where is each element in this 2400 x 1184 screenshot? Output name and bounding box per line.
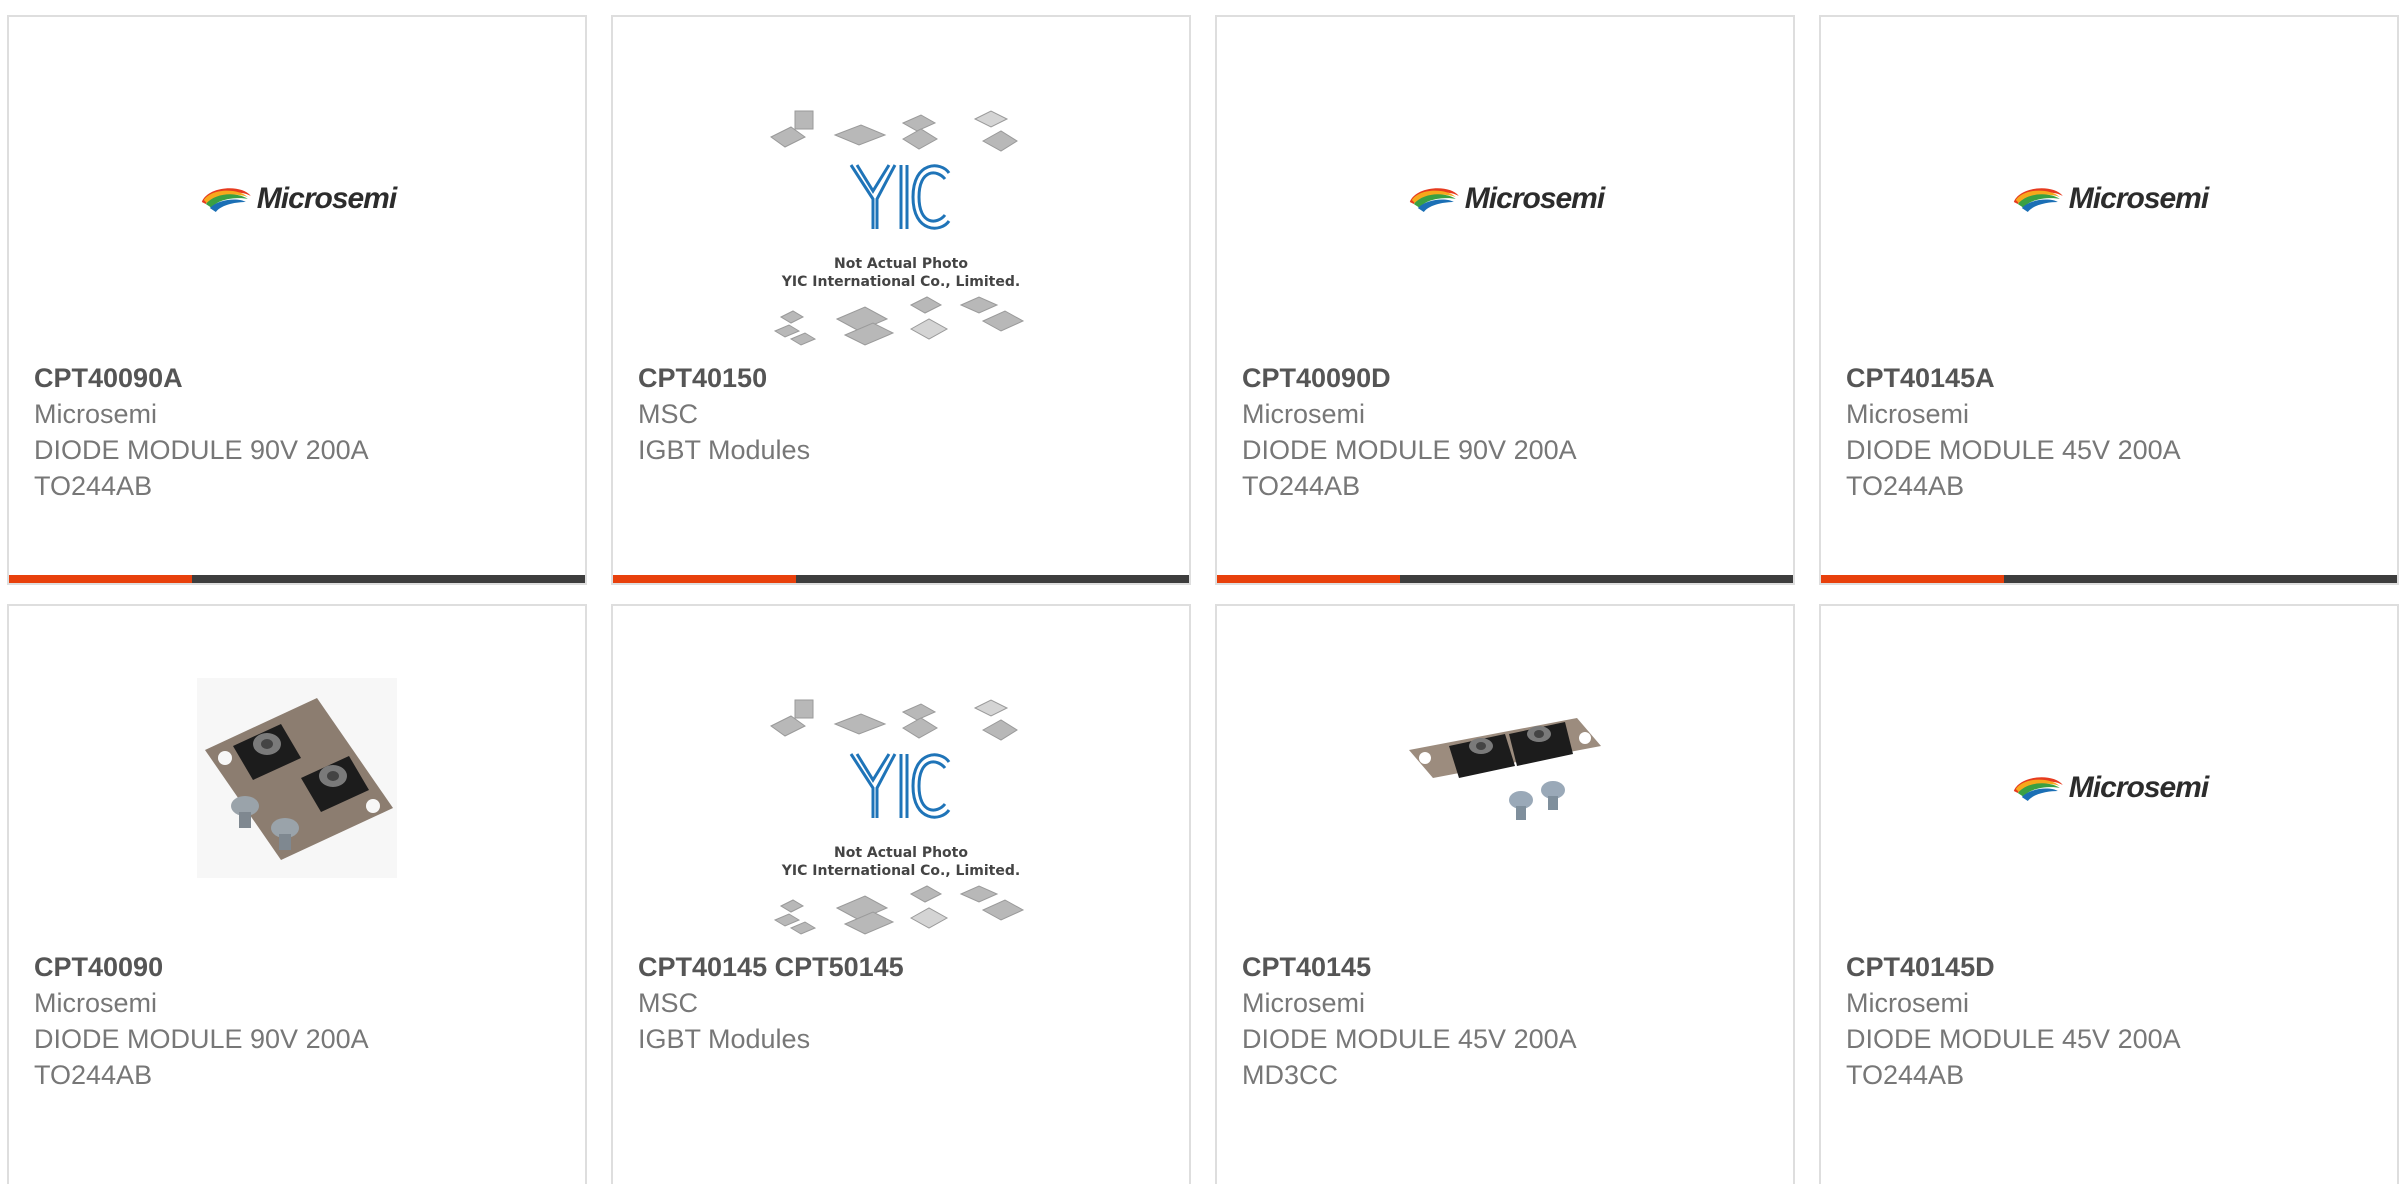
product-image[interactable]: Microsemi xyxy=(1217,17,1793,362)
product-card[interactable]: Microsemi CPT40090D Microsemi DIODE MODU… xyxy=(1215,15,1795,585)
part-number[interactable]: CPT40150 xyxy=(638,360,1169,396)
manufacturer: Microsemi xyxy=(1242,399,1366,429)
product-card[interactable]: Not Actual Photo YIC International Co., … xyxy=(611,604,1191,1184)
description: DIODE MODULE 45V 200A xyxy=(1242,1024,1577,1054)
diode-module-photo xyxy=(197,678,397,883)
yic-placeholder-image: Not Actual Photo YIC International Co., … xyxy=(761,107,1041,347)
card-bottom-bar xyxy=(1821,575,2397,583)
product-grid: Microsemi CPT40090A Microsemi DIODE MODU… xyxy=(0,0,2400,1184)
package xyxy=(638,1057,1169,1093)
product-info: CPT40090A Microsemi DIODE MODULE 90V 200… xyxy=(34,360,565,504)
product-info: CPT40090 Microsemi DIODE MODULE 90V 200A… xyxy=(34,949,565,1093)
product-card[interactable]: CPT40090 Microsemi DIODE MODULE 90V 200A… xyxy=(7,604,587,1184)
card-accent-bar xyxy=(1217,575,1400,583)
product-info: CPT40090D Microsemi DIODE MODULE 90V 200… xyxy=(1242,360,1773,504)
package: TO244AB xyxy=(34,471,153,501)
card-bottom-bar xyxy=(9,575,585,583)
product-info: CPT40145D Microsemi DIODE MODULE 45V 200… xyxy=(1846,949,2377,1093)
description: DIODE MODULE 45V 200A xyxy=(1846,435,2181,465)
product-image[interactable]: Microsemi xyxy=(9,17,585,362)
product-card[interactable]: Microsemi CPT40145D Microsemi DIODE MODU… xyxy=(1819,604,2399,1184)
manufacturer: Microsemi xyxy=(1242,988,1366,1018)
package: MD3CC xyxy=(1242,1060,1339,1090)
chip-packages-icon xyxy=(770,110,1025,346)
part-number[interactable]: CPT40090D xyxy=(1242,360,1773,396)
product-image[interactable]: Microsemi xyxy=(1821,606,2397,951)
product-image[interactable]: Not Actual Photo YIC International Co., … xyxy=(613,17,1189,362)
diode-module-photo xyxy=(1405,716,1605,841)
microsemi-logo-icon: Microsemi xyxy=(198,182,397,216)
product-card[interactable]: Microsemi CPT40090A Microsemi DIODE MODU… xyxy=(7,15,587,585)
package: TO244AB xyxy=(1846,1060,1965,1090)
part-number[interactable]: CPT40145 CPT50145 xyxy=(638,949,1169,985)
product-info: CPT40145 CPT50145 MSC IGBT Modules xyxy=(638,949,1169,1093)
card-accent-bar xyxy=(613,575,796,583)
part-number[interactable]: CPT40090A xyxy=(34,360,565,396)
manufacturer: Microsemi xyxy=(1846,399,1970,429)
product-image[interactable]: Not Actual Photo YIC International Co., … xyxy=(613,606,1189,951)
card-accent-bar xyxy=(9,575,192,583)
package: TO244AB xyxy=(34,1060,153,1090)
microsemi-logo-icon: Microsemi xyxy=(2010,771,2209,805)
product-image[interactable] xyxy=(1217,606,1793,951)
placeholder-caption-line: Not Actual Photo xyxy=(834,256,968,272)
product-card[interactable]: Microsemi CPT40145A Microsemi DIODE MODU… xyxy=(1819,15,2399,585)
part-number[interactable]: CPT40145A xyxy=(1846,360,2377,396)
manufacturer: Microsemi xyxy=(34,399,158,429)
card-bottom-bar xyxy=(1217,575,1793,583)
product-card[interactable]: Not Actual Photo YIC International Co., … xyxy=(611,15,1191,585)
chip-packages-icon xyxy=(770,699,1025,935)
manufacturer: Microsemi xyxy=(34,988,158,1018)
description: IGBT Modules xyxy=(638,1024,811,1054)
product-image[interactable]: Microsemi xyxy=(1821,17,2397,362)
card-accent-bar xyxy=(1821,575,2004,583)
product-image[interactable] xyxy=(9,606,585,951)
placeholder-caption-line: YIC International Co., Limited. xyxy=(781,274,1021,290)
manufacturer: MSC xyxy=(638,988,698,1018)
description: DIODE MODULE 90V 200A xyxy=(1242,435,1577,465)
microsemi-logo-icon: Microsemi xyxy=(2010,182,2209,216)
product-info: CPT40145A Microsemi DIODE MODULE 45V 200… xyxy=(1846,360,2377,504)
part-number[interactable]: CPT40145D xyxy=(1846,949,2377,985)
description: IGBT Modules xyxy=(638,435,811,465)
product-info: CPT40150 MSC IGBT Modules xyxy=(638,360,1169,504)
yic-placeholder-image: Not Actual Photo YIC International Co., … xyxy=(761,696,1041,936)
product-card[interactable]: CPT40145 Microsemi DIODE MODULE 45V 200A… xyxy=(1215,604,1795,1184)
card-bottom-bar xyxy=(613,575,1189,583)
manufacturer: MSC xyxy=(638,399,698,429)
placeholder-caption-line: YIC International Co., Limited. xyxy=(781,863,1021,879)
description: DIODE MODULE 45V 200A xyxy=(1846,1024,2181,1054)
product-info: CPT40145 Microsemi DIODE MODULE 45V 200A… xyxy=(1242,949,1773,1093)
microsemi-logo-icon: Microsemi xyxy=(1406,182,1605,216)
part-number[interactable]: CPT40145 xyxy=(1242,949,1773,985)
part-number[interactable]: CPT40090 xyxy=(34,949,565,985)
description: DIODE MODULE 90V 200A xyxy=(34,1024,369,1054)
package: TO244AB xyxy=(1846,471,1965,501)
package xyxy=(638,468,1169,504)
placeholder-caption-line: Not Actual Photo xyxy=(834,845,968,861)
package: TO244AB xyxy=(1242,471,1361,501)
manufacturer: Microsemi xyxy=(1846,988,1970,1018)
description: DIODE MODULE 90V 200A xyxy=(34,435,369,465)
